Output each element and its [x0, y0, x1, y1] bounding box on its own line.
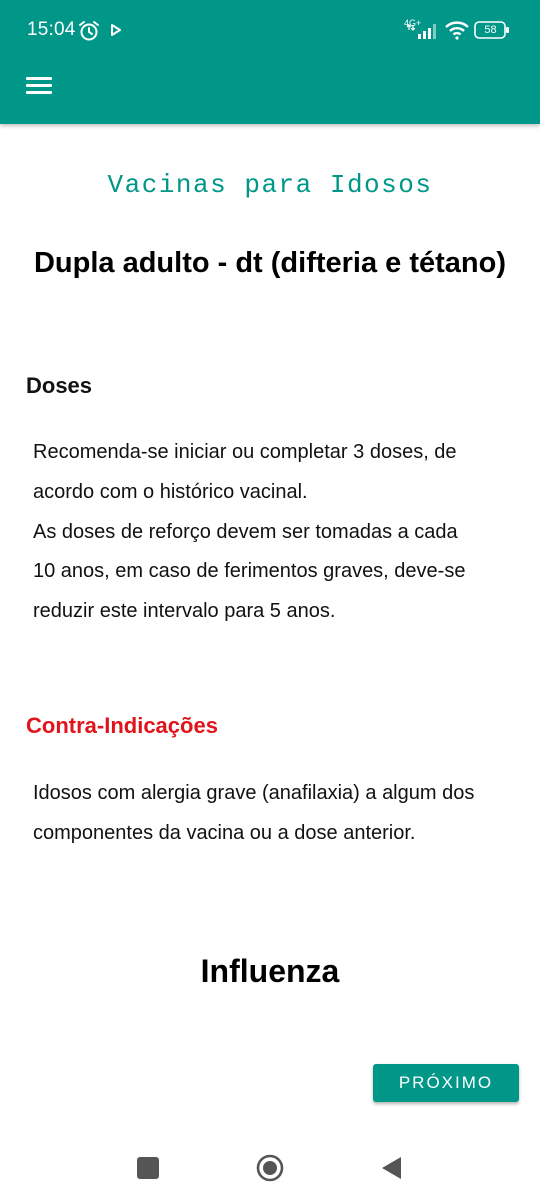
doses-line: As doses de reforço devem ser tomadas a …: [33, 520, 458, 543]
contra-indications-heading: Contra-Indicações: [26, 713, 218, 738]
status-bar: 15:04 4G+ 58: [0, 0, 540, 62]
doses-line: Recomenda-se iniciar ou completar 3 dose…: [33, 441, 457, 463]
menu-line: [26, 77, 52, 80]
menu-line: [26, 84, 52, 87]
navigation-bar: [0, 1138, 540, 1200]
doses-line: acordo com o histórico vacinal.: [33, 480, 308, 503]
battery-level: 58: [484, 24, 497, 36]
contra-indications-text: Idosos com alergia grave (anafilaxia) a …: [33, 774, 513, 854]
menu-line: [26, 91, 52, 94]
recents-square-icon[interactable]: [137, 1157, 159, 1179]
play-icon: [111, 24, 121, 36]
contra-line: componentes da vacina ou a dose anterior…: [33, 821, 416, 844]
hamburger-menu-icon[interactable]: [18, 67, 58, 103]
next-button[interactable]: PRÓXIMO: [373, 1064, 519, 1102]
status-time: 15:04: [27, 19, 76, 40]
doses-line: reduzir este intervalo para 5 anos.: [33, 600, 336, 623]
alarm-icon: [79, 21, 99, 41]
back-triangle-icon[interactable]: [381, 1156, 403, 1180]
doses-heading: Doses: [26, 373, 93, 398]
vaccine-title: Dupla adulto - dt (difteria e tétano): [33, 247, 507, 279]
contra-line: Idosos com alergia grave (anafilaxia) a …: [33, 782, 475, 804]
doses-line: 10 anos, em caso de ferimentos graves, d…: [33, 560, 466, 583]
next-vaccine-title: Influenza: [200, 953, 340, 989]
home-circle-icon[interactable]: [256, 1154, 284, 1182]
doses-text: Recomenda-se iniciar ou completar 3 dose…: [33, 433, 513, 632]
app-title: Vacinas para Idosos: [107, 170, 433, 200]
wifi-icon: [445, 21, 469, 40]
app-bar: 15:04 4G+ 58: [0, 0, 540, 124]
signal-icon: 4G+: [404, 18, 436, 39]
